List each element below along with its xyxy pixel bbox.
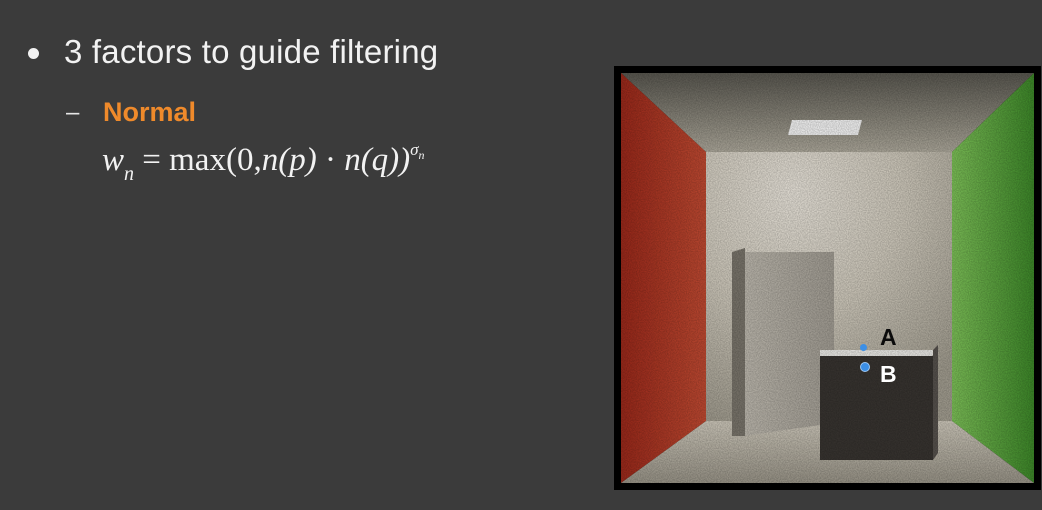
formula-term-p: n(p)	[261, 142, 317, 178]
point-a-label: A	[880, 324, 897, 350]
render-noise	[621, 73, 1034, 483]
formula-dot-operator: ·	[324, 142, 336, 178]
point-b-marker	[860, 362, 870, 372]
formula-exponent-sigma: σ	[410, 140, 419, 159]
formula-exponent: σn	[410, 140, 425, 162]
normal-weight-formula: wn = max(0,n(p) · n(q))σn	[102, 140, 425, 185]
formula-exponent-subscript: n	[418, 148, 425, 162]
cornell-box-image	[614, 66, 1041, 490]
bullet-dot-icon	[28, 47, 39, 59]
sub-bullet-item: – Normal	[66, 97, 196, 128]
cornell-box-render: A B	[614, 66, 1041, 490]
bullet-item: 3 factors to guide filtering	[28, 33, 438, 71]
point-a-marker	[860, 344, 867, 351]
bullet-text: 3 factors to guide filtering	[64, 33, 439, 70]
dash-marker: –	[66, 98, 80, 126]
formula-term-q: n(q))	[344, 142, 411, 178]
point-b-label: B	[880, 361, 897, 387]
formula-lhs-subscript: n	[124, 163, 135, 185]
formula-equals: =	[142, 142, 170, 178]
slide: 3 factors to guide filtering – Normal wn…	[0, 0, 1042, 510]
formula-max: max(0,	[169, 142, 262, 178]
formula-lhs: w	[102, 142, 125, 178]
normal-label: Normal	[103, 97, 197, 127]
